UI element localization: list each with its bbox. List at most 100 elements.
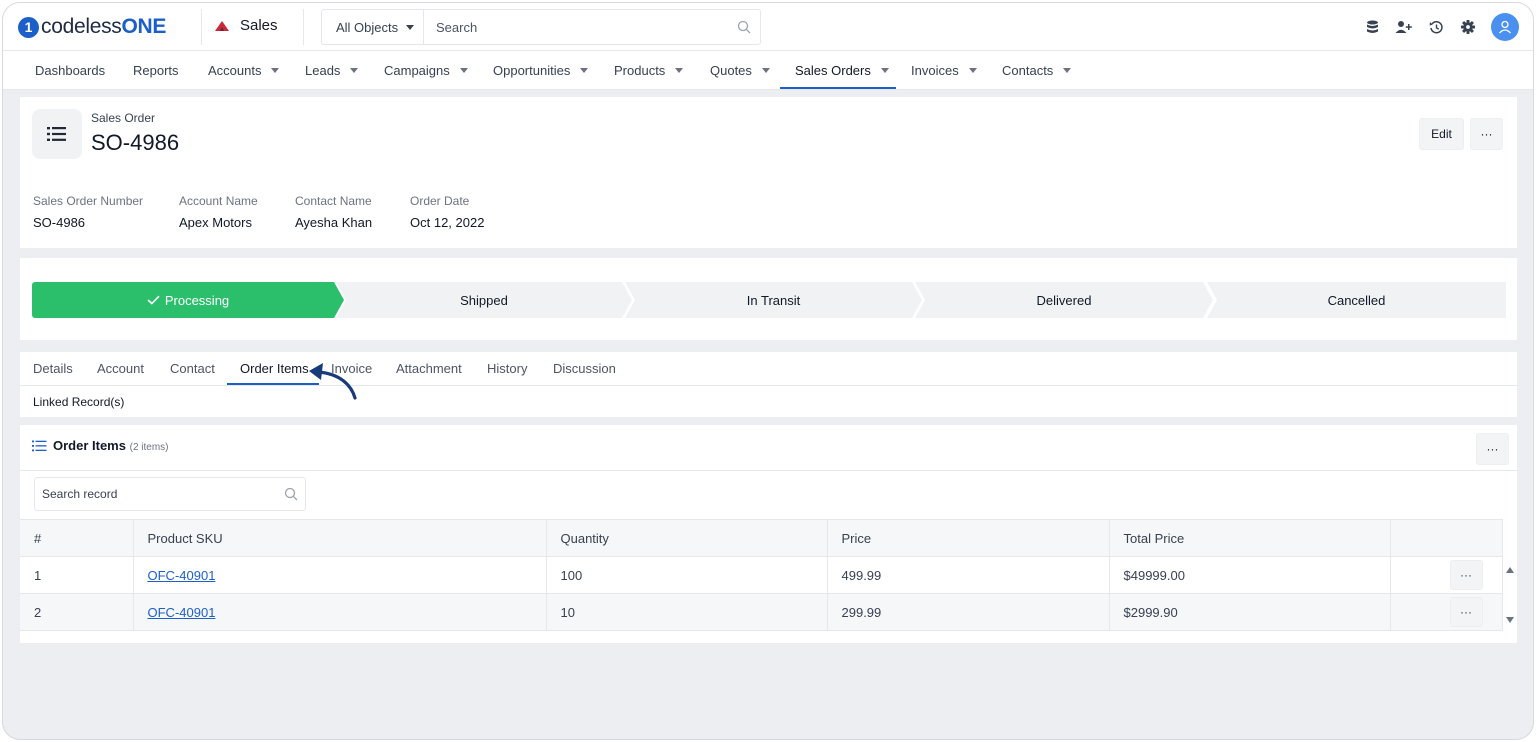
nav-reports[interactable]: Reports	[133, 51, 179, 90]
row-more-button[interactable]: ···	[1449, 560, 1483, 590]
column-header-total-price[interactable]: Total Price	[1109, 519, 1391, 557]
main-nav: Dashboards Reports Accounts Leads Campai…	[3, 51, 1533, 90]
nav-accounts[interactable]: Accounts	[208, 51, 280, 90]
nav-campaigns[interactable]: Campaigns	[384, 51, 468, 90]
cell-total-price: $49999.00	[1109, 556, 1391, 594]
nav-opportunities[interactable]: Opportunities	[493, 51, 589, 90]
chevron-down-icon	[761, 68, 770, 73]
field-value: Oct 12, 2022	[410, 215, 485, 230]
record-search-input[interactable]	[35, 478, 284, 510]
order-items-title-text: Order Items	[53, 438, 126, 453]
list-icon	[32, 109, 82, 159]
stage-shipped[interactable]: Shipped	[336, 282, 632, 318]
nav-label: Sales Orders	[795, 63, 871, 78]
record-type: Sales Order	[91, 111, 156, 125]
field-contact-name: Contact Name Ayesha Khan	[295, 194, 372, 230]
tab-contact[interactable]: Contact	[170, 352, 215, 386]
cell-actions: ···	[1390, 556, 1503, 594]
order-items-title: Order Items (2 items)	[53, 438, 169, 453]
chevron-down-icon	[880, 68, 889, 73]
tab-order-items[interactable]: Order Items	[240, 352, 309, 386]
field-sales-order-number: Sales Order Number SO-4986	[33, 194, 143, 230]
nav-dashboards[interactable]: Dashboards	[35, 51, 105, 90]
tab-discussion[interactable]: Discussion	[553, 352, 616, 386]
chevron-down-icon	[271, 68, 280, 73]
cell-product-sku: OFC-40901	[133, 593, 547, 631]
nav-leads[interactable]: Leads	[305, 51, 359, 90]
nav-label: Dashboards	[35, 63, 106, 78]
column-header-product-sku[interactable]: Product SKU	[133, 519, 547, 557]
object-filter-label: All Objects	[336, 19, 399, 35]
chevron-down-icon	[675, 68, 684, 73]
nav-products[interactable]: Products	[614, 51, 684, 90]
column-header-price[interactable]: Price	[827, 519, 1110, 557]
stage-label: Delivered	[1036, 292, 1092, 308]
stage-delivered[interactable]: Delivered	[915, 282, 1213, 318]
row-more-button[interactable]: ···	[1449, 597, 1483, 627]
order-items-header: Order Items (2 items)	[32, 438, 169, 453]
tab-attachment[interactable]: Attachment	[396, 352, 462, 386]
nav-label: Contacts	[1002, 63, 1054, 78]
cell-quantity: 10	[546, 593, 828, 631]
nav-quotes[interactable]: Quotes	[710, 51, 770, 90]
more-actions-button[interactable]: ···	[1470, 118, 1503, 150]
nav-sales-orders[interactable]: Sales Orders	[795, 51, 889, 90]
stage-processing[interactable]: Processing	[32, 282, 344, 318]
brand-logo[interactable]: 1 codelessONE	[18, 15, 166, 39]
tab-account[interactable]: Account	[97, 352, 144, 386]
nav-label: Leads	[305, 63, 341, 78]
search-icon[interactable]	[728, 10, 760, 44]
nav-label: Invoices	[911, 63, 959, 78]
scroll-down-icon[interactable]	[1506, 617, 1514, 623]
brand-mark-icon: 1	[18, 16, 39, 38]
column-header-actions	[1390, 519, 1503, 557]
scroll-up-icon[interactable]	[1506, 567, 1514, 573]
edit-button[interactable]: Edit	[1419, 118, 1464, 150]
cell-price: 299.99	[827, 593, 1110, 631]
add-user-icon[interactable]	[1395, 18, 1413, 36]
linked-records-label: Linked Record(s)	[33, 395, 125, 409]
field-label: Sales Order Number	[33, 194, 144, 208]
field-order-date: Order Date Oct 12, 2022	[410, 194, 484, 230]
sales-app-icon	[215, 20, 229, 31]
search-icon[interactable]	[284, 487, 298, 501]
column-header-index[interactable]: #	[20, 519, 134, 557]
field-value: SO-4986	[33, 215, 86, 230]
check-icon	[147, 295, 160, 305]
product-sku-link[interactable]: OFC-40901	[148, 605, 216, 620]
history-icon[interactable]	[1427, 18, 1445, 36]
tab-history[interactable]: History	[487, 352, 527, 386]
record-title: SO-4986	[91, 130, 180, 155]
tabs-card: Details Account Contact Order Items Invo…	[20, 352, 1517, 417]
divider	[201, 9, 202, 45]
column-header-quantity[interactable]: Quantity	[546, 519, 828, 557]
nav-invoices[interactable]: Invoices	[911, 51, 977, 90]
brand-name: codelessONE	[41, 15, 166, 39]
stage-cancelled[interactable]: Cancelled	[1207, 282, 1506, 318]
product-sku-link[interactable]: OFC-40901	[148, 568, 216, 583]
tab-details[interactable]: Details	[33, 352, 73, 386]
app-switcher[interactable]: Sales	[213, 17, 278, 34]
stage-label: Shipped	[460, 292, 508, 308]
nav-label: Accounts	[208, 63, 262, 78]
chevron-down-icon	[580, 68, 589, 73]
object-filter-dropdown[interactable]: All Objects	[322, 10, 424, 44]
order-items-table: # Product SKU Quantity Price Total Price…	[20, 519, 1503, 631]
record-header-card: Sales Order SO-4986 Edit ··· Sales Order…	[20, 97, 1517, 248]
database-icon[interactable]	[1363, 18, 1381, 36]
user-avatar-icon[interactable]	[1491, 13, 1519, 41]
stage-label: Processing	[164, 292, 230, 308]
chevron-down-icon	[1063, 68, 1072, 73]
vertical-scrollbar[interactable]	[1503, 557, 1517, 631]
brand-name-prefix: codeless	[41, 15, 122, 38]
app-name: Sales	[240, 17, 278, 34]
top-bar: 1 codelessONE Sales All Objects	[3, 3, 1533, 51]
nav-active-indicator	[780, 87, 896, 89]
nav-label: Opportunities	[493, 63, 571, 78]
order-items-more-button[interactable]: ···	[1476, 433, 1509, 465]
stage-in-transit[interactable]: In Transit	[625, 282, 922, 318]
nav-contacts[interactable]: Contacts	[1002, 51, 1072, 90]
settings-icon[interactable]	[1459, 18, 1477, 36]
field-account-name: Account Name Apex Motors	[179, 194, 258, 230]
search-input[interactable]	[424, 10, 728, 44]
